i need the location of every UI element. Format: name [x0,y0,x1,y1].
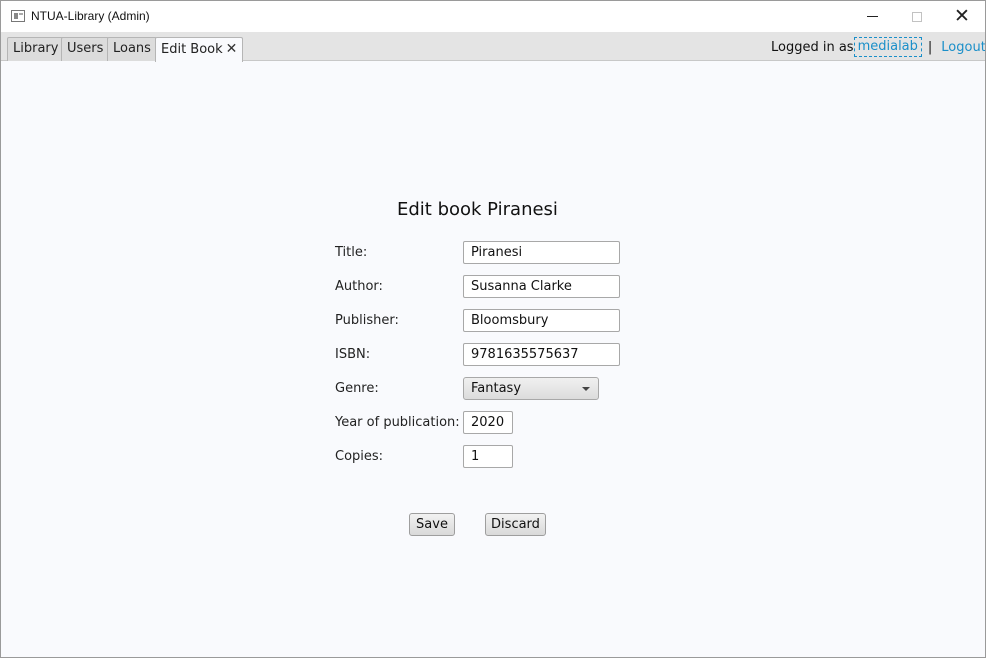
tab-library[interactable]: Library [7,37,65,61]
tab-users[interactable]: Users [61,37,110,61]
title-label: Title: [335,245,368,260]
minimize-button[interactable] [849,1,895,32]
logout-link[interactable]: Logout? [941,40,985,55]
tab-label: Library [13,41,59,56]
tab-label: Users [67,41,104,56]
title-input[interactable] [463,241,620,264]
isbn-label: ISBN: [335,347,371,362]
tab-label: Edit Book [161,42,223,57]
session-separator: | [927,39,933,55]
maximize-button[interactable] [894,1,940,32]
genre-select[interactable]: Fantasy [463,377,599,400]
app-window: NTUA-Library (Admin) ✕ Library Users Loa… [0,0,986,658]
minimize-icon [866,16,878,17]
page-title: Edit book Piranesi [397,199,558,220]
username-link[interactable]: medialab [853,37,922,57]
logged-in-label: Logged in as [771,39,854,55]
title-bar[interactable]: NTUA-Library (Admin) ✕ [1,1,985,32]
close-icon: ✕ [954,5,970,27]
copies-input[interactable] [463,445,513,468]
tab-loans[interactable]: Loans [107,37,157,61]
window-title: NTUA-Library (Admin) [31,9,150,23]
copies-label: Copies: [335,449,384,464]
genre-label: Genre: [335,381,379,396]
close-window-button[interactable]: ✕ [939,1,985,32]
tab-edit-book[interactable]: Edit Book ✕ [155,37,244,62]
author-input[interactable] [463,275,620,298]
year-label: Year of publication: [335,415,460,430]
year-input[interactable] [463,411,513,434]
discard-button[interactable]: Discard [485,513,546,536]
tab-close-icon[interactable]: ✕ [226,41,238,57]
save-button[interactable]: Save [409,513,455,536]
session-info: Logged in as medialab | Logout? [771,37,985,57]
chevron-down-icon [582,387,590,391]
maximize-icon [912,11,922,22]
author-label: Author: [335,279,383,294]
app-window-icon [11,10,25,22]
isbn-input[interactable] [463,343,620,366]
publisher-input[interactable] [463,309,620,332]
publisher-label: Publisher: [335,313,399,328]
tab-bar: Library Users Loans Edit Book ✕ Logged in… [1,32,985,62]
genre-selected-value: Fantasy [471,381,522,396]
tab-label: Loans [113,41,151,56]
